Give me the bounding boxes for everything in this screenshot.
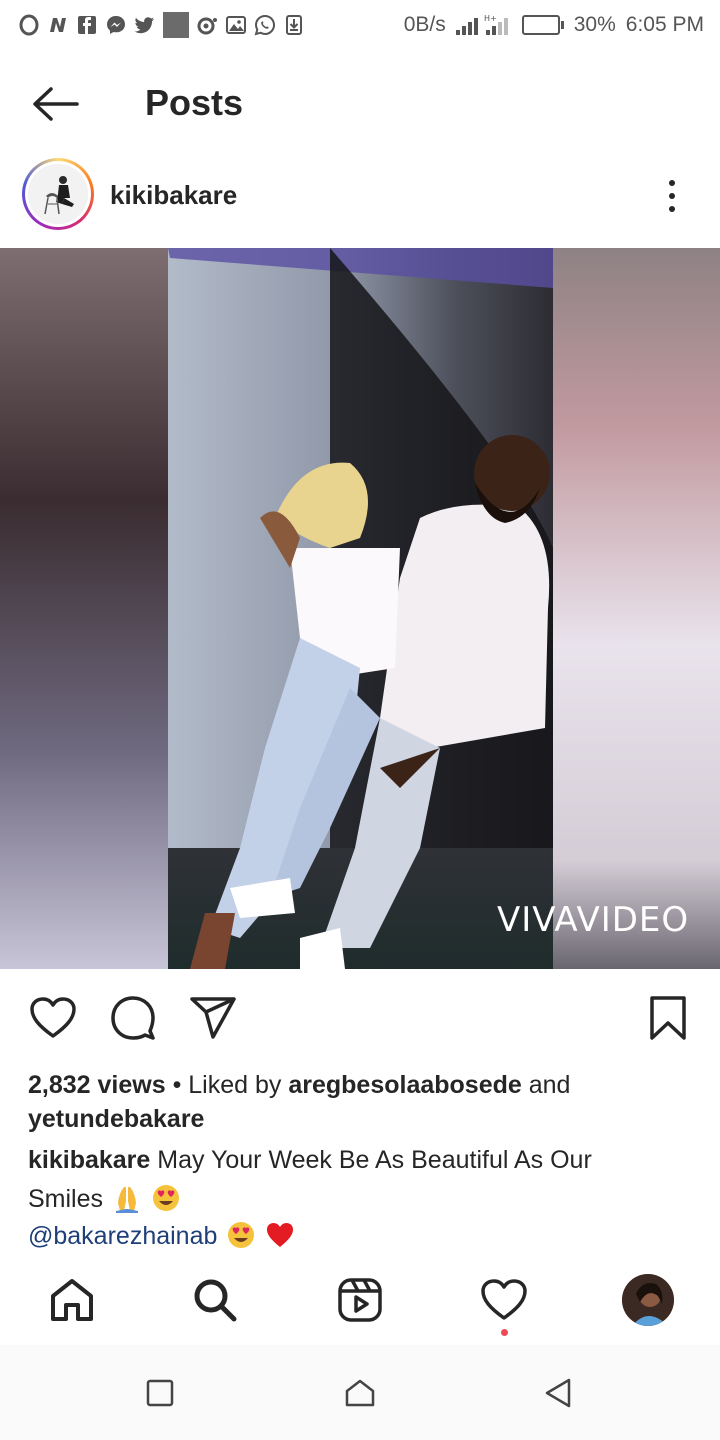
record-icon: [197, 17, 217, 35]
triangle-back-icon: [545, 1378, 571, 1408]
home-system-button[interactable]: [335, 1373, 385, 1413]
clock: 6:05 PM: [625, 13, 704, 36]
more-dot: [669, 193, 675, 199]
red-heart-emoji: [267, 1223, 294, 1247]
messenger-icon: [107, 16, 125, 34]
post-actions: [0, 990, 720, 1050]
activity-notification-dot: [501, 1329, 508, 1336]
profile-avatar: [622, 1274, 674, 1326]
recents-button[interactable]: [135, 1373, 185, 1413]
heart-eyes-emoji: [152, 1185, 179, 1211]
app-header: Posts: [0, 62, 720, 146]
mention-line: @bakarezhainab: [28, 1220, 295, 1251]
story-ring-avatar[interactable]: [22, 158, 94, 230]
comment-button[interactable]: [108, 990, 158, 1046]
app-square-icon: [163, 12, 189, 38]
square-icon: [146, 1379, 174, 1407]
house-outline-icon: [345, 1379, 375, 1407]
signal-icon: H+: [455, 14, 508, 35]
separator: •: [165, 1071, 189, 1099]
back-arrow-icon: [33, 87, 79, 121]
opera-icon: [19, 14, 39, 36]
heart-eyes-emoji: [228, 1222, 255, 1248]
facebook-icon: [78, 16, 96, 34]
heart-icon: [30, 997, 76, 1038]
nav-home[interactable]: [42, 1270, 102, 1330]
post-video[interactable]: [0, 248, 720, 969]
search-icon: [194, 1279, 237, 1322]
more-options-button[interactable]: [655, 176, 689, 216]
system-navigation-bar: [0, 1345, 720, 1440]
twitter-icon: [134, 17, 154, 34]
post-username[interactable]: kikibakare: [110, 180, 237, 211]
network-speed: 0B/s: [403, 13, 446, 36]
n-app-icon: [50, 18, 66, 32]
back-system-button[interactable]: [533, 1373, 583, 1413]
send-icon: [190, 997, 236, 1039]
mention-link[interactable]: @bakarezhainab: [28, 1222, 217, 1250]
likes-line: 2,832 views • Liked by aregbesolaabosede…: [28, 1071, 570, 1100]
svg-text:H+: H+: [484, 14, 497, 23]
caption-text: May Your Week Be As Beautiful As Our: [150, 1146, 592, 1174]
avatar: [28, 164, 88, 224]
home-icon: [51, 1279, 93, 1321]
reels-icon: [338, 1278, 382, 1322]
nav-search[interactable]: [185, 1270, 245, 1330]
nav-reels[interactable]: [330, 1270, 390, 1330]
page-title: Posts: [145, 82, 244, 123]
status-bar: 0B/s H+ 30% 6:05 PM: [0, 0, 720, 50]
liked-by-user[interactable]: yetundebakare: [28, 1105, 204, 1134]
post-header: kikibakare: [0, 150, 720, 246]
folded-hands-emoji: [115, 1186, 138, 1213]
more-dot: [669, 206, 675, 212]
download-icon: [286, 15, 302, 35]
caption-username[interactable]: kikibakare: [28, 1146, 150, 1174]
battery-icon: [521, 15, 564, 35]
caption-line-2: Smiles: [28, 1183, 181, 1214]
nav-profile[interactable]: [618, 1270, 678, 1330]
save-button[interactable]: [643, 990, 693, 1046]
liked-by-prefix: Liked by: [188, 1071, 289, 1099]
vivavideo-watermark: VIVAVIDEO: [497, 900, 690, 940]
nav-activity[interactable]: [474, 1270, 534, 1330]
video-frame: [0, 248, 720, 969]
gallery-icon: [226, 16, 246, 34]
battery-percent: 30%: [573, 13, 616, 36]
views-count[interactable]: 2,832 views: [28, 1071, 166, 1099]
more-dot: [669, 180, 675, 186]
comment-icon: [111, 996, 155, 1040]
bottom-navigation: [0, 1260, 720, 1340]
liked-by-and: and: [521, 1071, 571, 1099]
caption-text: Smiles: [28, 1185, 104, 1213]
back-button[interactable]: [30, 82, 80, 126]
bookmark-icon: [650, 996, 686, 1040]
notification-icons: [18, 12, 305, 38]
like-button[interactable]: [28, 990, 78, 1046]
caption: kikibakare May Your Week Be As Beautiful…: [28, 1146, 592, 1175]
share-button[interactable]: [188, 990, 238, 1046]
whatsapp-icon: [254, 14, 276, 36]
liked-by-user[interactable]: aregbesolaabosede: [288, 1071, 521, 1099]
heart-icon: [481, 1279, 527, 1320]
system-status: 0B/s H+ 30% 6:05 PM: [404, 13, 704, 37]
